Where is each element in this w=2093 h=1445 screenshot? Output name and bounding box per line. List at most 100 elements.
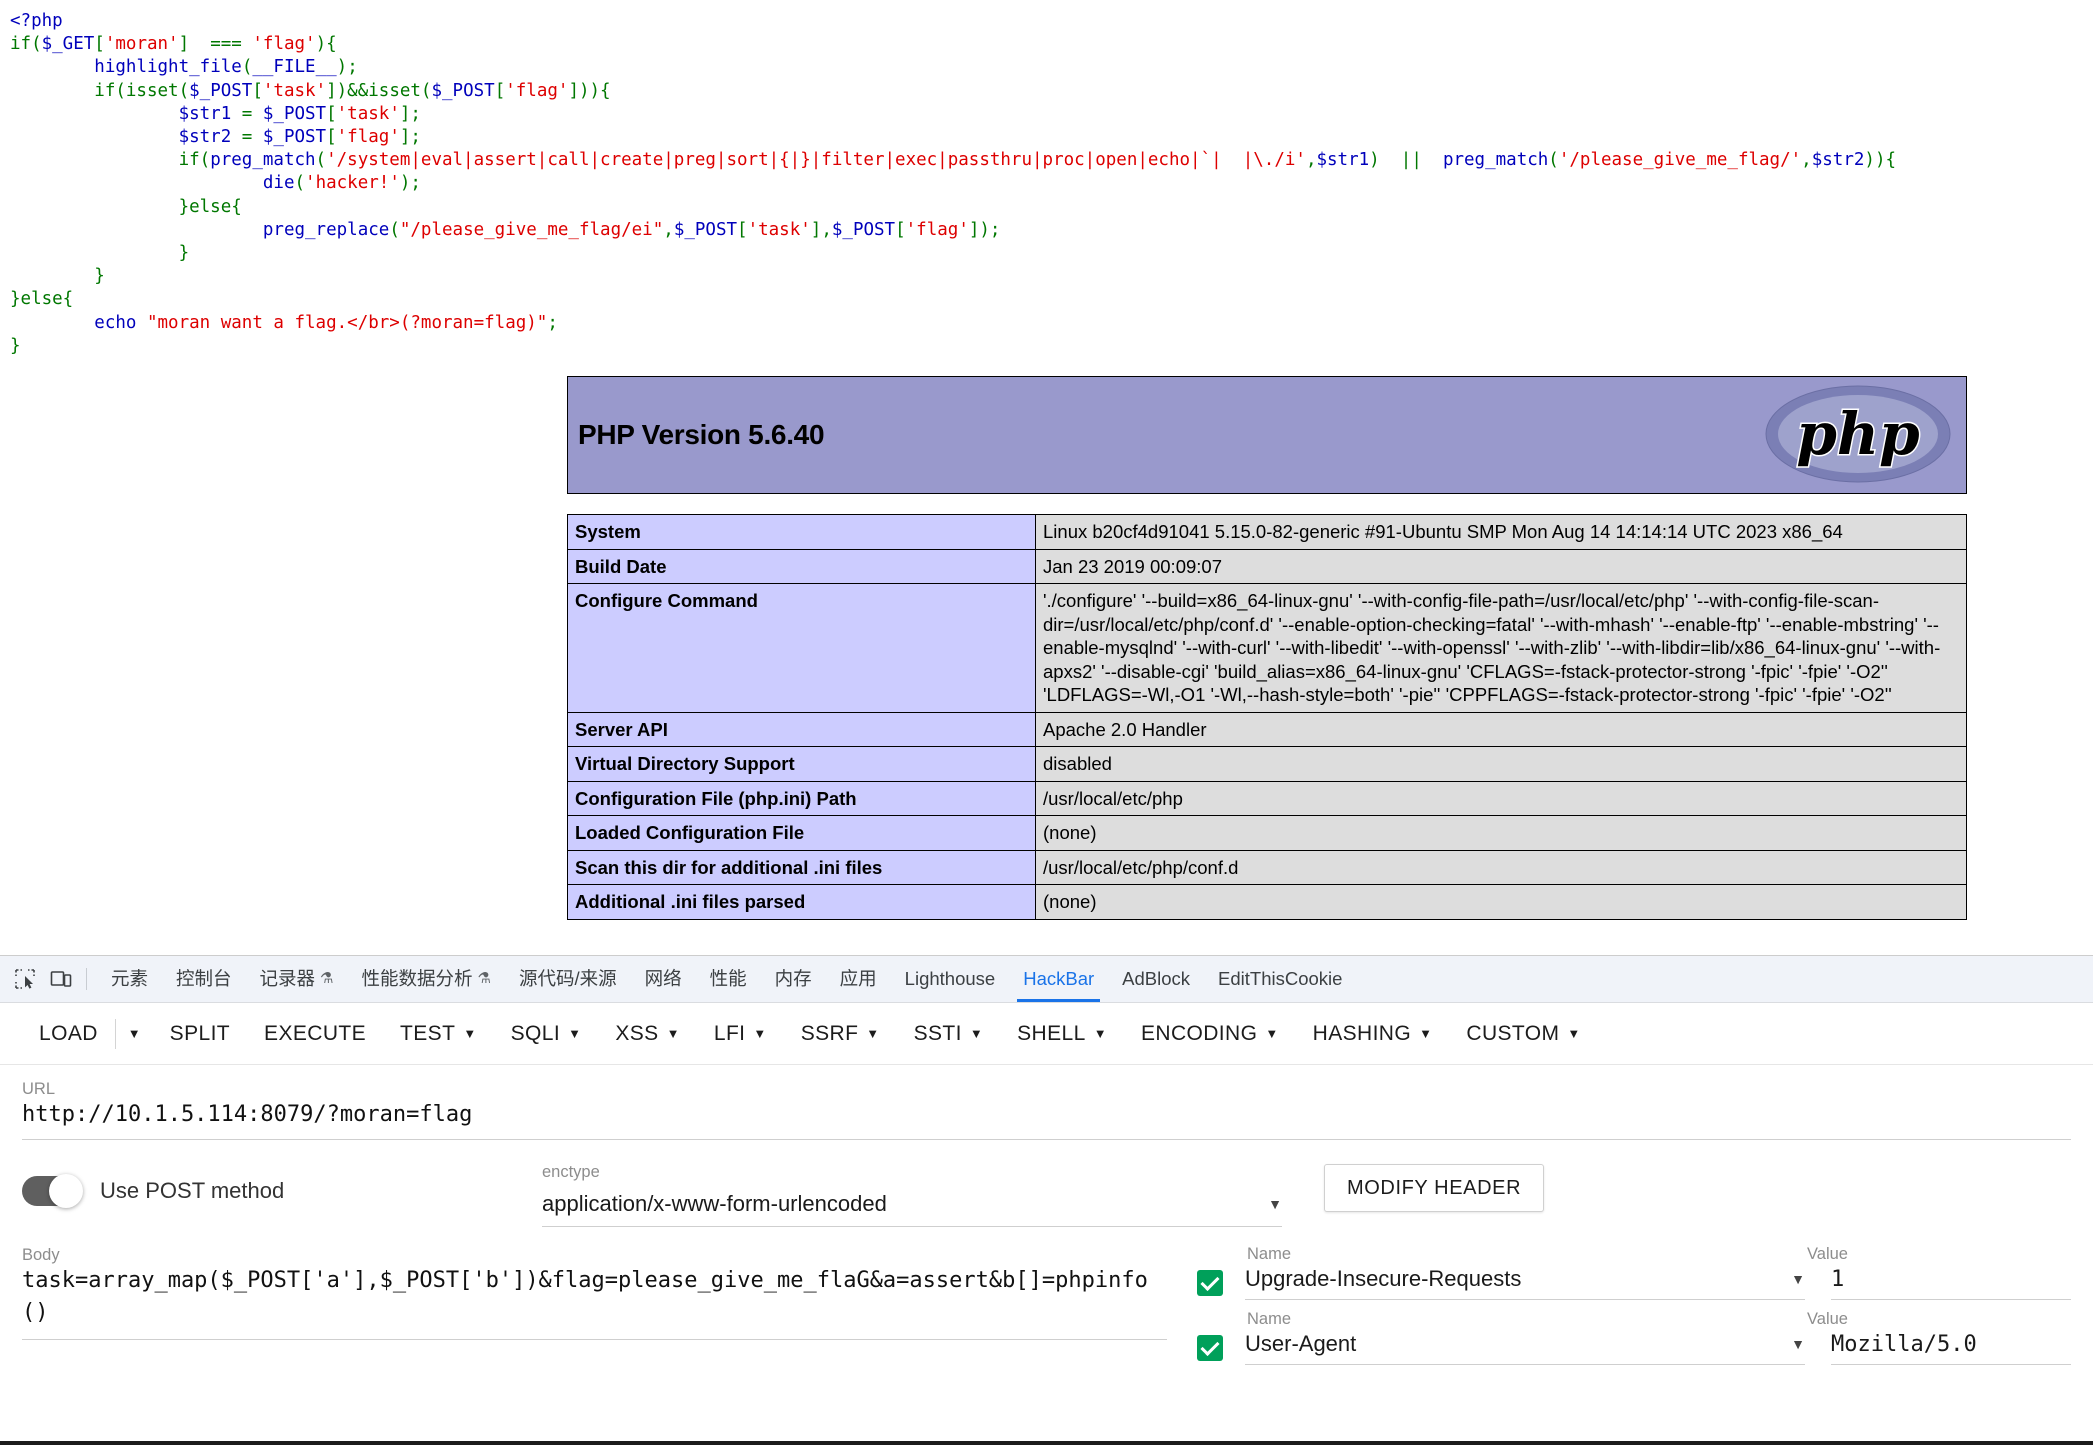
code-token: ( <box>1548 150 1559 171</box>
header-name-select[interactable]: User-Agent ▼ <box>1245 1331 1805 1365</box>
test-button[interactable]: TEST ▼ <box>383 1012 494 1056</box>
experiment-flask-icon: ⚗ <box>320 970 334 987</box>
code-token: ])&&isset( <box>326 80 432 101</box>
tab-性能数据分析[interactable]: 性能数据分析 ⚗ <box>348 956 505 1002</box>
body-textarea[interactable]: task=array_map($_POST['a'],$_POST['b'])&… <box>22 1265 1167 1329</box>
tab-EditThisCookie[interactable]: EditThisCookie <box>1204 956 1356 1002</box>
button-label: SQLI <box>510 1021 561 1045</box>
xss-button[interactable]: XSS ▼ <box>598 1012 697 1056</box>
code-token: 'flag' <box>505 80 569 101</box>
ssrf-button[interactable]: SSRF ▼ <box>784 1012 897 1056</box>
phpinfo-row-value: disabled <box>1035 746 1967 782</box>
php-version-title: PHP Version 5.6.40 <box>578 419 825 450</box>
tab-源代码/来源[interactable]: 源代码/来源 <box>505 956 631 1002</box>
modify-header-button[interactable]: MODIFY HEADER <box>1324 1164 1545 1212</box>
code-token: } <box>10 335 21 356</box>
lfi-button[interactable]: LFI ▼ <box>697 1012 784 1056</box>
code-token: } <box>10 243 190 264</box>
button-label: CUSTOM <box>1466 1021 1560 1045</box>
tab-Lighthouse[interactable]: Lighthouse <box>891 956 1010 1002</box>
enctype-select[interactable]: application/x-www-form-urlencoded ▼ <box>542 1191 1282 1227</box>
tab-AdBlock[interactable]: AdBlock <box>1108 956 1204 1002</box>
header-name-value: Upgrade-Insecure-Requests <box>1245 1266 1522 1291</box>
code-token: highlight_file <box>94 57 242 78</box>
chevron-down-icon: ▼ <box>1268 1196 1282 1212</box>
code-token: __FILE__ <box>252 57 337 78</box>
phpinfo-row-value: Jan 23 2019 00:09:07 <box>1035 548 1967 584</box>
ssti-button[interactable]: SSTI ▼ <box>897 1012 1001 1056</box>
phpinfo-row-value: /usr/local/etc/php/conf.d <box>1035 849 1967 885</box>
use-post-method-toggle[interactable] <box>22 1174 83 1208</box>
code-token: 'task' <box>262 80 327 101</box>
body-field-group: Body task=array_map($_POST['a'],$_POST['… <box>22 1245 1167 1375</box>
code-token: 'flag' <box>336 127 400 148</box>
code-token: = <box>231 103 263 124</box>
tab-应用[interactable]: 应用 <box>826 956 891 1002</box>
button-label: SHELL <box>1017 1021 1086 1045</box>
code-token: = <box>231 127 263 148</box>
phpinfo-row-value: (none) <box>1035 884 1967 920</box>
table-row: Build Date Jan 23 2019 00:09:07 <box>567 548 1967 584</box>
header-enabled-checkbox[interactable] <box>1197 1335 1223 1361</box>
header-name-select[interactable]: Upgrade-Insecure-Requests ▼ <box>1245 1266 1805 1300</box>
device-toolbar-icon[interactable] <box>44 962 78 996</box>
table-row: Scan this dir for additional .ini files /… <box>567 849 1967 885</box>
code-token: 'hacker!' <box>305 173 400 194</box>
code-token: $str1 <box>178 103 232 124</box>
tab-label: EditThisCookie <box>1218 968 1343 989</box>
hashing-button[interactable]: HASHING ▼ <box>1296 1012 1450 1056</box>
code-token: )){ <box>1864 150 1897 171</box>
body-input-underline <box>22 1339 1167 1340</box>
header-column-labels: Name Value <box>1197 1245 2071 1264</box>
url-input[interactable]: http://10.1.5.114:8079/?moran=flag <box>22 1099 2071 1131</box>
custom-button[interactable]: CUSTOM ▼ <box>1449 1012 1597 1056</box>
header-row: Name Value User-Agent ▼ Mozilla/5.0 <box>1197 1310 2071 1365</box>
split-button[interactable]: SPLIT <box>153 1012 247 1056</box>
code-token: ]); <box>968 219 1001 240</box>
header-name-label: Name <box>1247 1310 1292 1328</box>
phpinfo-row-value: Linux b20cf4d91041 5.15.0-82-generic #91… <box>1035 514 1967 550</box>
code-token: die <box>262 173 295 194</box>
encoding-button[interactable]: ENCODING ▼ <box>1124 1012 1296 1056</box>
load-button[interactable]: LOAD <box>22 1012 115 1056</box>
load-dropdown-icon[interactable]: ▼ <box>116 1012 153 1056</box>
shell-button[interactable]: SHELL ▼ <box>1000 1012 1124 1056</box>
button-label: XSS <box>615 1021 659 1045</box>
code-token: $_POST <box>262 127 327 148</box>
code-token: , <box>1801 150 1812 171</box>
tab-性能[interactable]: 性能 <box>696 956 761 1002</box>
enctype-label: enctype <box>542 1163 600 1181</box>
code-token: preg_match <box>210 150 316 171</box>
code-token: ]; <box>399 103 421 124</box>
code-token: ); <box>399 173 421 194</box>
tab-元素[interactable]: 元素 <box>97 956 162 1002</box>
inspect-element-icon[interactable] <box>8 962 42 996</box>
hackbar-toolbar: LOAD ▼ SPLIT EXECUTE TEST ▼ SQLI ▼ XSS ▼ LFI ▼ SSRF ▼… <box>0 1003 2093 1065</box>
header-input-row: User-Agent ▼ Mozilla/5.0 <box>1197 1331 2071 1365</box>
phpinfo-row-label: Scan this dir for additional .ini files <box>567 849 1036 885</box>
header-value-input[interactable]: Mozilla/5.0 <box>1831 1332 2071 1365</box>
table-row: Server API Apache 2.0 Handler <box>567 711 1967 747</box>
chevron-down-icon: ▼ <box>463 1026 477 1041</box>
tab-HackBar[interactable]: HackBar <box>1009 956 1108 1002</box>
devtools-panel: 元素 控制台 记录器 ⚗ 性能数据分析 ⚗ 源代码/来源 网络 性能 内存 应用 Lighthouse… <box>0 955 2093 1445</box>
sqli-button[interactable]: SQLI ▼ <box>494 1012 599 1056</box>
chevron-down-icon: ▼ <box>866 1026 880 1041</box>
tab-label: 记录器 <box>259 968 316 989</box>
code-token: ( <box>389 219 400 240</box>
phpinfo-row-value: './configure' '--build=x86_64-linux-gnu'… <box>1035 583 1967 713</box>
tab-内存[interactable]: 内存 <box>761 956 826 1002</box>
toolbar-divider <box>86 968 87 990</box>
table-row: Loaded Configuration File (none) <box>567 815 1967 851</box>
experiment-flask-icon: ⚗ <box>477 970 491 987</box>
code-token: ( <box>294 173 306 194</box>
execute-button[interactable]: EXECUTE <box>247 1012 383 1056</box>
tab-控制台[interactable]: 控制台 <box>162 956 246 1002</box>
button-label: SSTI <box>913 1021 962 1045</box>
header-value-input[interactable]: 1 <box>1831 1267 2071 1300</box>
code-token: if(isset( <box>10 80 190 101</box>
header-enabled-checkbox[interactable] <box>1197 1270 1223 1296</box>
tab-网络[interactable]: 网络 <box>631 956 696 1002</box>
tab-记录器[interactable]: 记录器 ⚗ <box>246 956 348 1002</box>
